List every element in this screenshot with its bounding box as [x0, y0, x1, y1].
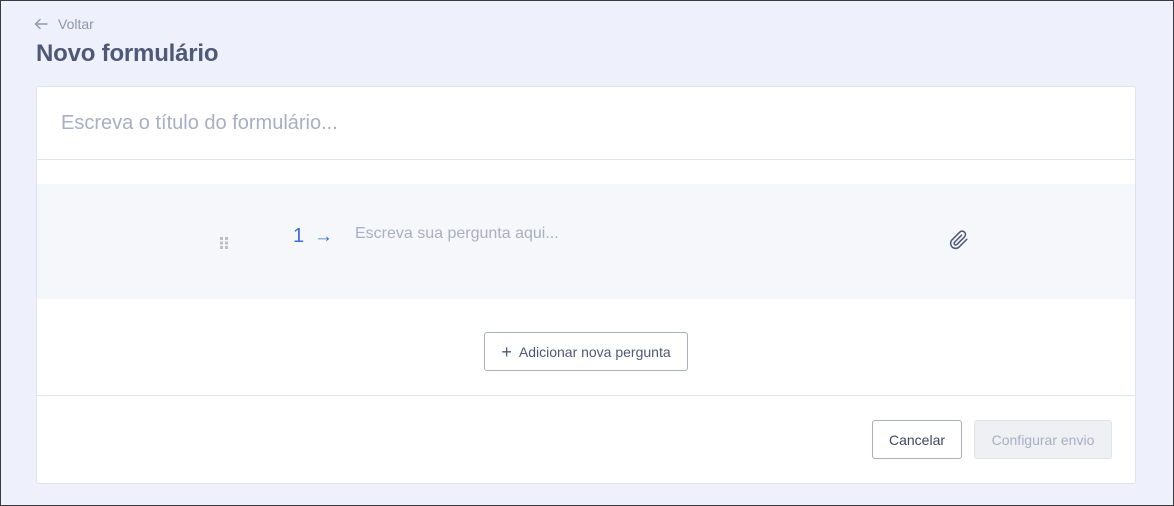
question-number: 1 — [293, 225, 305, 247]
form-title-input[interactable] — [37, 87, 1135, 160]
drag-handle-icon[interactable] — [219, 237, 229, 249]
back-link[interactable]: Voltar — [34, 14, 94, 34]
question-row: 1 → — [37, 184, 1135, 299]
cancel-button[interactable]: Cancelar — [872, 420, 962, 459]
plus-icon: + — [501, 341, 512, 362]
footer-divider — [37, 395, 1135, 396]
page-title: Novo formulário — [36, 40, 219, 67]
add-question-button[interactable]: + Adicionar nova pergunta — [484, 332, 688, 371]
arrow-left-icon — [34, 18, 48, 30]
question-arrow-icon: → — [314, 226, 333, 247]
paperclip-icon[interactable] — [949, 230, 969, 250]
add-question-label: Adicionar nova pergunta — [518, 343, 671, 360]
form-card: 1 → + Adicionar nova pergunta Cancelar C… — [36, 86, 1136, 484]
configure-send-button[interactable]: Configurar envio — [974, 420, 1112, 459]
app-window: Voltar Novo formulário 1 → — [0, 0, 1174, 506]
question-input[interactable] — [355, 222, 915, 246]
back-label: Voltar — [58, 16, 94, 32]
